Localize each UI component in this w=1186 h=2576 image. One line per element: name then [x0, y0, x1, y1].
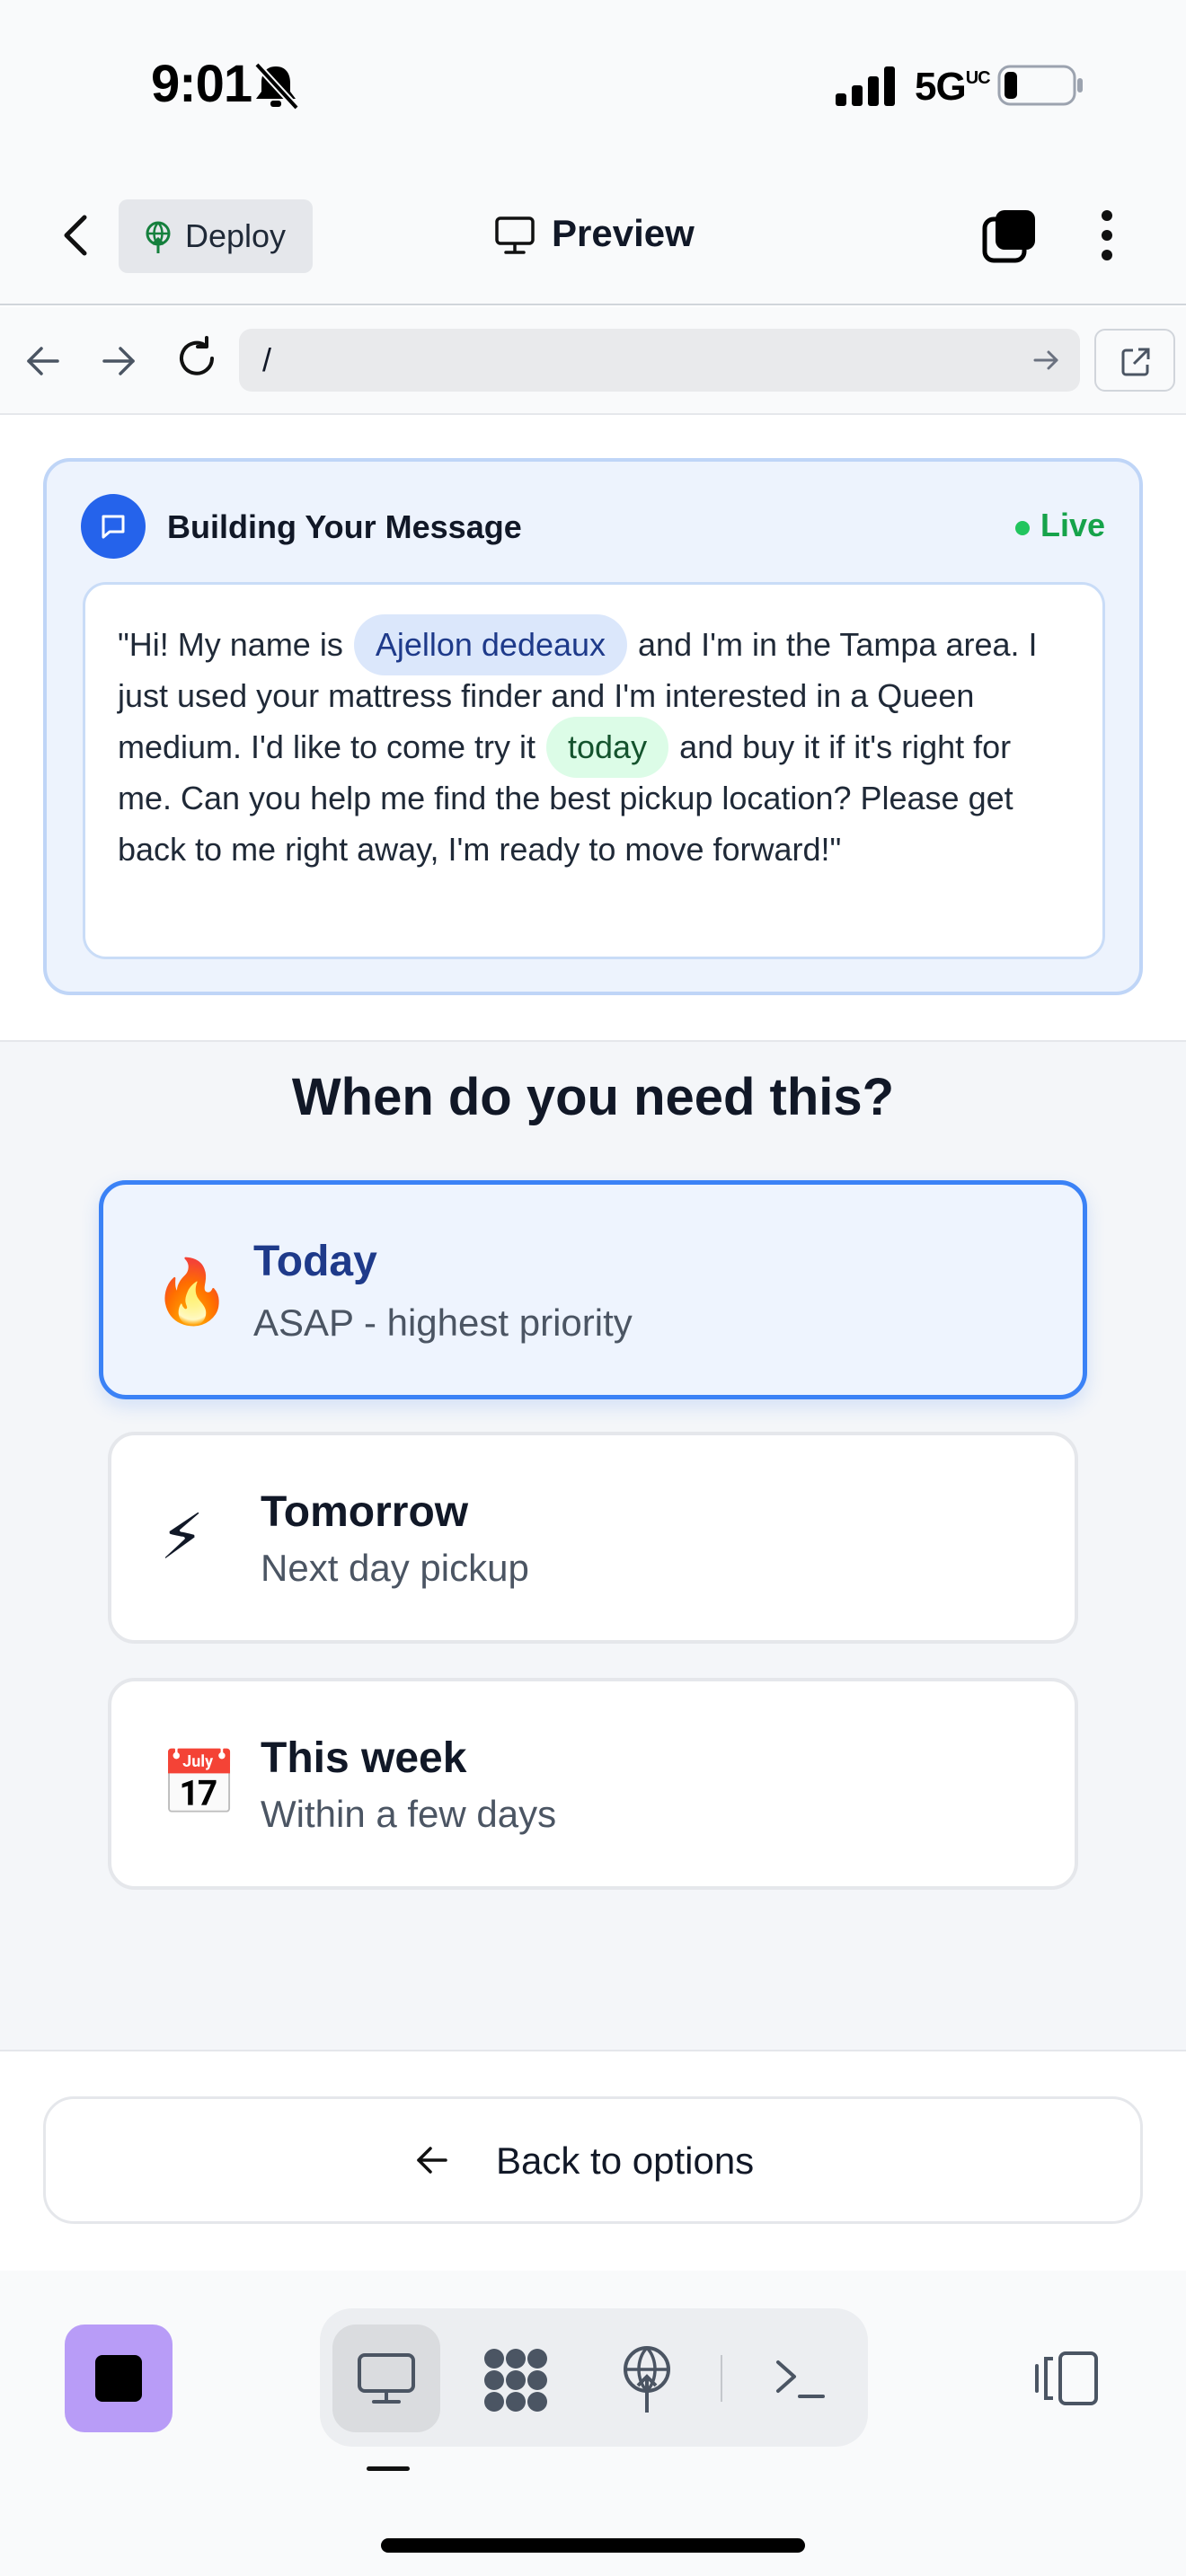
- home-indicator: [381, 2538, 805, 2553]
- signal-icon: [836, 66, 895, 106]
- deploy-tool-icon[interactable]: [618, 2342, 676, 2414]
- tabs-icon[interactable]: [981, 207, 1039, 264]
- toolbar-divider: [721, 2355, 722, 2402]
- desktop-icon: [358, 2353, 415, 2404]
- status-time: 9:01: [151, 55, 252, 113]
- go-arrow-icon[interactable]: [1031, 345, 1062, 375]
- calendar-icon: 📅: [160, 1748, 239, 1818]
- option-subtitle: Next day pickup: [261, 1547, 529, 1589]
- option-title: This week: [261, 1734, 467, 1782]
- arrow-left-icon: [417, 2147, 447, 2174]
- timing-chip: today: [546, 717, 669, 778]
- option-subtitle: Within a few days: [261, 1793, 557, 1835]
- network-type: 5GUC: [915, 65, 991, 109]
- reload-icon[interactable]: [174, 336, 219, 381]
- message-text: "Hi! My name is Ajellon dedeaux and I'm …: [118, 614, 1070, 875]
- monitor-icon: [495, 216, 535, 254]
- url-text: /: [262, 341, 272, 378]
- open-external-button[interactable]: [1094, 329, 1175, 392]
- live-status: Live: [1040, 507, 1106, 543]
- deploy-label: Deploy: [185, 217, 287, 254]
- back-chevron-icon[interactable]: [56, 208, 95, 262]
- live-indicator-dot: [1015, 521, 1030, 535]
- option-this-week[interactable]: 📅 This week Within a few days: [108, 1678, 1078, 1890]
- chat-icon: [81, 494, 146, 559]
- external-link-icon: [1121, 348, 1150, 376]
- page-title: Preview: [552, 212, 695, 254]
- bell-muted-icon: [254, 63, 299, 110]
- url-input[interactable]: [239, 329, 1080, 392]
- terminal-icon[interactable]: [773, 2351, 827, 2405]
- arrow-right-icon[interactable]: [99, 341, 138, 381]
- name-chip: Ajellon dedeaux: [353, 614, 628, 675]
- battery-icon: [997, 65, 1083, 106]
- option-title: Today: [253, 1238, 377, 1285]
- active-tool-indicator: [367, 2466, 410, 2471]
- arrow-left-icon[interactable]: [23, 341, 63, 381]
- message-card-title: Building Your Message: [167, 508, 522, 545]
- option-today[interactable]: 🔥 Today ASAP - highest priority: [99, 1180, 1087, 1399]
- stop-icon: [95, 2355, 142, 2402]
- lightning-icon: ⚡: [160, 1502, 205, 1572]
- stop-button[interactable]: [65, 2325, 173, 2432]
- option-tomorrow[interactable]: ⚡ Tomorrow Next day pickup: [108, 1432, 1078, 1644]
- question-title: When do you need this?: [291, 1068, 895, 1126]
- back-to-options-label: Back to options: [496, 2139, 755, 2182]
- message-body: "Hi! My name is Ajellon dedeaux and I'm …: [83, 582, 1105, 959]
- more-vertical-icon[interactable]: [1098, 208, 1116, 262]
- option-subtitle: ASAP - highest priority: [253, 1301, 633, 1344]
- layout-toggle-icon[interactable]: [1033, 2350, 1102, 2407]
- option-title: Tomorrow: [261, 1488, 469, 1536]
- workspace-icon[interactable]: [482, 2346, 550, 2414]
- deploy-icon: [146, 221, 171, 253]
- fire-icon: 🔥: [153, 1257, 232, 1327]
